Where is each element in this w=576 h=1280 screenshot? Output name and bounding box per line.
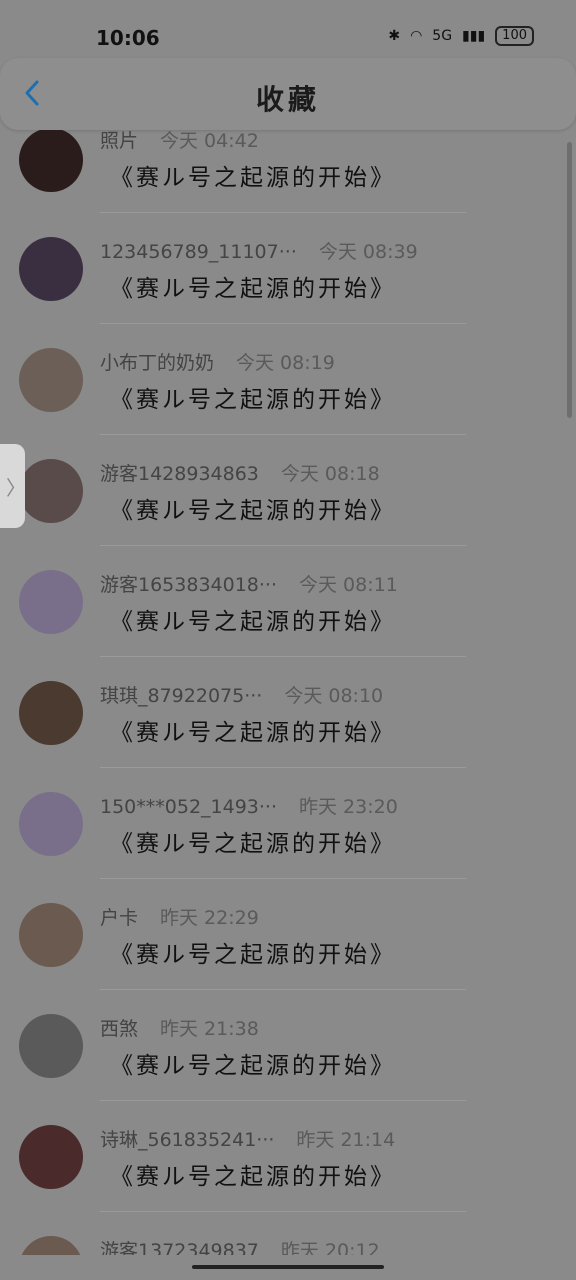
item-meta: 150***052_1493··· 昨天 23:20 bbox=[100, 792, 398, 819]
scrollbar[interactable] bbox=[567, 142, 572, 418]
item-date: 今天 08:39 bbox=[318, 241, 418, 263]
item-author: 户卡 bbox=[100, 907, 139, 929]
item-message: 《赛ル号之起源的开始》 bbox=[110, 831, 396, 857]
list-item[interactable]: 照片 今天 04:42 《赛ル号之起源的开始》 bbox=[0, 130, 576, 213]
side-drawer-handle[interactable]: 〉 bbox=[0, 444, 26, 528]
item-message: 《赛ル号之起源的开始》 bbox=[110, 609, 396, 635]
item-date: 昨天 23:20 bbox=[299, 796, 398, 818]
item-message: 《赛ル号之起源的开始》 bbox=[110, 498, 396, 524]
navigation-bar bbox=[0, 1255, 576, 1280]
item-meta: 游客1653834018··· 今天 08:11 bbox=[100, 570, 398, 597]
avatar[interactable] bbox=[19, 903, 83, 967]
item-author: 游客1653834018··· bbox=[100, 574, 278, 596]
avatar[interactable] bbox=[19, 792, 83, 856]
item-author: 游客1428934863 bbox=[100, 463, 259, 485]
chevron-right-icon: 〉 bbox=[6, 476, 26, 500]
favorites-list[interactable]: 照片 今天 04:42 《赛ル号之起源的开始》 123456789_11107··· 今… bbox=[0, 130, 576, 1255]
item-author: 照片 bbox=[100, 130, 139, 152]
list-item[interactable]: 150***052_1493··· 昨天 23:20 《赛ル号之起源的开始》 bbox=[0, 768, 576, 879]
item-meta: 诗琳_561835241··· 昨天 21:14 bbox=[100, 1125, 395, 1152]
item-author: 琪琪_87922075··· bbox=[100, 685, 263, 707]
item-author: 123456789_11107··· bbox=[100, 241, 297, 263]
avatar[interactable] bbox=[19, 681, 83, 745]
item-message: 《赛ル号之起源的开始》 bbox=[110, 165, 396, 191]
item-date: 今天 04:42 bbox=[160, 130, 259, 152]
item-date: 今天 08:11 bbox=[299, 574, 398, 596]
item-date: 今天 08:19 bbox=[236, 352, 335, 374]
list-item[interactable]: 123456789_11107··· 今天 08:39 《赛ル号之起源的开始》 bbox=[0, 213, 576, 324]
item-message: 《赛ル号之起源的开始》 bbox=[110, 387, 396, 413]
list-item[interactable]: 游客1372349837 昨天 20:12 bbox=[0, 1212, 576, 1255]
item-date: 昨天 21:14 bbox=[296, 1129, 396, 1151]
avatar[interactable] bbox=[19, 130, 83, 192]
item-meta: 游客1372349837 昨天 20:12 bbox=[100, 1236, 380, 1255]
battery-icon: 100 bbox=[495, 26, 534, 46]
item-meta: 户卡 昨天 22:29 bbox=[100, 903, 259, 930]
avatar[interactable] bbox=[19, 1236, 83, 1255]
list-item[interactable]: 小布丁的奶奶 今天 08:19 《赛ル号之起源的开始》 bbox=[0, 324, 576, 435]
item-message: 《赛ル号之起源的开始》 bbox=[110, 1053, 396, 1079]
signal-icon: ▮▮▮ bbox=[462, 28, 486, 44]
item-date: 今天 08:18 bbox=[280, 463, 380, 485]
list-item[interactable]: 琪琪_87922075··· 今天 08:10 《赛ル号之起源的开始》 bbox=[0, 657, 576, 768]
wifi-icon: ◠ bbox=[410, 28, 423, 44]
item-message: 《赛ル号之起源的开始》 bbox=[110, 1164, 396, 1190]
item-meta: 照片 今天 04:42 bbox=[100, 130, 259, 153]
home-indicator[interactable] bbox=[192, 1265, 384, 1269]
item-date: 今天 08:10 bbox=[284, 685, 384, 707]
list-item[interactable]: 游客1428934863 今天 08:18 《赛ル号之起源的开始》 bbox=[0, 435, 576, 546]
item-meta: 游客1428934863 今天 08:18 bbox=[100, 459, 380, 486]
page-title: 收藏 bbox=[255, 83, 320, 116]
item-meta: 西煞 昨天 21:38 bbox=[100, 1014, 259, 1041]
item-message: 《赛ル号之起源的开始》 bbox=[110, 276, 396, 302]
item-meta: 123456789_11107··· 今天 08:39 bbox=[100, 237, 418, 264]
item-author: 小布丁的奶奶 bbox=[100, 352, 215, 374]
item-message: 《赛ル号之起源的开始》 bbox=[110, 942, 396, 968]
status-time: 10:06 bbox=[96, 26, 160, 50]
network-label: 5G bbox=[432, 28, 453, 44]
item-meta: 小布丁的奶奶 今天 08:19 bbox=[100, 348, 335, 375]
item-date: 昨天 20:12 bbox=[280, 1240, 380, 1255]
avatar[interactable] bbox=[19, 1125, 83, 1189]
avatar[interactable] bbox=[19, 348, 83, 412]
item-author: 诗琳_561835241··· bbox=[100, 1129, 275, 1151]
list-item[interactable]: 游客1653834018··· 今天 08:11 《赛ル号之起源的开始》 bbox=[0, 546, 576, 657]
item-date: 昨天 21:38 bbox=[160, 1018, 259, 1040]
item-date: 昨天 22:29 bbox=[160, 907, 259, 929]
list-item[interactable]: 西煞 昨天 21:38 《赛ル号之起源的开始》 bbox=[0, 990, 576, 1101]
avatar[interactable] bbox=[19, 237, 83, 301]
avatar[interactable] bbox=[19, 459, 83, 523]
item-message: 《赛ル号之起源的开始》 bbox=[110, 720, 396, 746]
avatar[interactable] bbox=[19, 570, 83, 634]
list-item[interactable]: 诗琳_561835241··· 昨天 21:14 《赛ル号之起源的开始》 bbox=[0, 1101, 576, 1212]
item-author: 150***052_1493··· bbox=[100, 796, 278, 818]
bluetooth-icon: ✱ bbox=[388, 28, 401, 44]
list-item[interactable]: 户卡 昨天 22:29 《赛ル号之起源的开始》 bbox=[0, 879, 576, 990]
item-meta: 琪琪_87922075··· 今天 08:10 bbox=[100, 681, 383, 708]
status-icons: ✱ ◠ 5G ▮▮▮ 100 bbox=[388, 26, 534, 46]
item-author: 游客1372349837 bbox=[100, 1240, 259, 1255]
page-header: 收藏 bbox=[0, 58, 576, 130]
item-author: 西煞 bbox=[100, 1018, 139, 1040]
avatar[interactable] bbox=[19, 1014, 83, 1078]
